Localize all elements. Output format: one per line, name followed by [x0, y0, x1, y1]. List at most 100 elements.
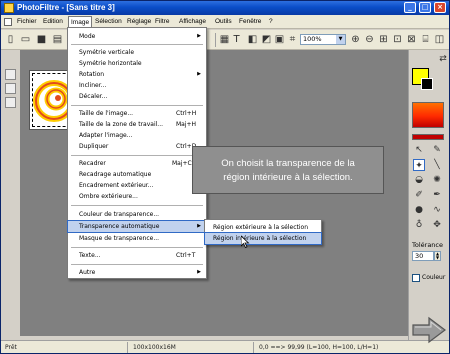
submenu-arrow-icon: ▶	[197, 33, 201, 39]
menu-item-taille-zone-travail[interactable]: Taille de la zone de travail... Maj+H	[68, 119, 206, 130]
menu-item-label: Décaler...	[79, 93, 108, 100]
maximize-button[interactable]: □	[419, 2, 431, 13]
couleur-checkbox[interactable]	[412, 274, 420, 282]
submenu-item-region-exterieure[interactable]: Région extérieure à la sélection	[205, 222, 321, 233]
zoom-out-icon[interactable]: ⊖	[363, 33, 376, 46]
left-tool-strip	[3, 67, 19, 127]
menu-separator	[71, 44, 203, 45]
menu-item-mode[interactable]: Mode ▶	[68, 31, 206, 42]
menu-item-label: Adapter l'image...	[79, 132, 133, 139]
fit-window-icon[interactable]: ⊞	[377, 33, 390, 46]
deform-icon[interactable]: ✥	[431, 219, 443, 231]
layer-icon[interactable]	[5, 69, 16, 80]
menu-separator	[71, 264, 203, 265]
full-screen-icon[interactable]: ⊡	[391, 33, 404, 46]
stamp-icon[interactable]: ◩	[260, 33, 273, 46]
menu-selection[interactable]: Sélection	[93, 17, 124, 27]
swap-colors-icon[interactable]: ⇄	[437, 53, 449, 65]
menu-separator	[71, 155, 203, 156]
smudge-icon[interactable]: ∿	[431, 204, 443, 216]
spray-icon[interactable]: ✺	[431, 174, 443, 186]
color-strip[interactable]	[412, 134, 444, 140]
line-icon[interactable]: ╲	[431, 159, 443, 171]
toolbar-separator	[215, 33, 216, 47]
menu-edition[interactable]: Edition	[41, 17, 65, 27]
menu-help[interactable]: ?	[267, 17, 275, 27]
fill-icon[interactable]: ◧	[246, 33, 259, 46]
menu-item-decaler[interactable]: Décaler...	[68, 91, 206, 102]
magic-wand-icon[interactable]: ✦	[413, 159, 425, 171]
pen-icon[interactable]: ✒	[431, 189, 443, 201]
menu-item-ombre-exterieure[interactable]: Ombre extérieure...	[68, 191, 206, 202]
menu-item-incliner[interactable]: Incliner...	[68, 80, 206, 91]
menu-filtre[interactable]: Filtre	[153, 17, 171, 27]
clone-stamp-icon[interactable]: ♁	[413, 219, 425, 231]
status-separator	[253, 342, 254, 353]
menu-item-autre[interactable]: Autre ▶	[68, 267, 206, 278]
image-size-info: 100x100x16M	[133, 344, 176, 351]
menu-item-taille-image[interactable]: Taille de l'image... Ctrl+H	[68, 108, 206, 119]
submenu-item-region-interieure[interactable]: Région intérieure à la sélection	[204, 232, 322, 245]
mask-icon[interactable]	[5, 83, 16, 94]
menu-fenetre[interactable]: Fenêtre	[237, 17, 263, 27]
menu-item-couleur-transparence[interactable]: Couleur de transparence...	[68, 209, 206, 220]
capture-icon[interactable]: ◫	[433, 33, 446, 46]
menu-item-adapter-image[interactable]: Adapter l'image...	[68, 130, 206, 141]
close-button[interactable]: ×	[434, 2, 446, 13]
menu-item-label: Rotation	[79, 71, 105, 78]
color-gradient-palette[interactable]	[412, 102, 444, 128]
menu-item-rotation[interactable]: Rotation ▶	[68, 69, 206, 80]
menu-item-encadrement-exterieur[interactable]: Encadrement extérieur...	[68, 180, 206, 191]
photofiltre-app-icon[interactable]	[4, 3, 14, 13]
menu-item-label: Mode	[79, 33, 96, 40]
eyedropper-icon[interactable]: ✎	[431, 144, 443, 156]
arrow-pointer-icon[interactable]: ↖	[413, 144, 425, 156]
zoom-select[interactable]: 100% ▼	[300, 34, 346, 45]
menu-fichier[interactable]: Fichier	[15, 17, 39, 27]
zoom-in-icon[interactable]: ⊕	[349, 33, 362, 46]
grid-icon[interactable]: ⊠	[405, 33, 418, 46]
submenu-arrow-icon: ▶	[197, 223, 201, 229]
menu-item-recadrage-automatique[interactable]: Recadrage automatique	[68, 169, 206, 180]
blur-drop-icon[interactable]: ●	[413, 204, 425, 216]
menu-item-label: Texte...	[79, 252, 101, 259]
menu-item-label: Encadrement extérieur...	[79, 182, 154, 189]
save-icon[interactable]: ■	[35, 33, 48, 46]
next-arrow-icon[interactable]	[411, 316, 447, 344]
menu-item-dupliquer[interactable]: Dupliquer Ctrl+D	[68, 141, 206, 152]
explorer-icon[interactable]: ⌸	[419, 33, 432, 46]
menu-item-symetrie-horizontale[interactable]: Symétrie horizontale	[68, 58, 206, 69]
tolerance-stepper[interactable]: ▲ ▼	[434, 251, 441, 261]
title-bar[interactable]: PhotoFiltre - [Sans titre 3] _ □ ×	[1, 1, 449, 15]
menu-item-transparence-automatique[interactable]: Transparence automatique ▶	[67, 220, 207, 233]
crop-icon[interactable]: ⌗	[286, 33, 299, 46]
menu-item-label: Région intérieure à la sélection	[213, 235, 307, 242]
brush-icon[interactable]: ✐	[413, 189, 425, 201]
text-tool-icon[interactable]: T	[230, 33, 243, 46]
menu-item-shortcut: Maj+H	[176, 121, 197, 128]
minimize-button[interactable]: _	[404, 2, 416, 13]
menu-item-texte[interactable]: Texte... Ctrl+T	[68, 250, 206, 261]
document-icon[interactable]	[4, 18, 12, 26]
menu-item-recadrer[interactable]: Recadrer Maj+Ctrl+H	[68, 158, 208, 169]
chevron-down-icon[interactable]: ▼	[336, 35, 345, 44]
print-icon[interactable]: ▤	[51, 33, 64, 46]
background-color-swatch[interactable]	[421, 78, 433, 90]
frame-icon[interactable]: ▣	[273, 33, 286, 46]
history-icon[interactable]	[5, 97, 16, 108]
menu-item-label: Masque de transparence...	[79, 235, 160, 242]
submenu-arrow-icon: ▶	[197, 71, 201, 77]
bucket-icon[interactable]: ◒	[413, 174, 425, 186]
tolerance-input[interactable]: 30	[412, 251, 434, 261]
new-file-icon[interactable]: ▯	[4, 33, 17, 46]
menu-reglage[interactable]: Réglage	[125, 17, 153, 27]
menu-outils[interactable]: Outils	[213, 17, 234, 27]
menu-item-masque-transparence[interactable]: Masque de transparence...	[68, 233, 206, 244]
menu-item-label: Autre	[79, 269, 96, 276]
menu-item-shortcut: Ctrl+H	[176, 110, 197, 117]
open-folder-icon[interactable]: ▭	[19, 33, 32, 46]
right-tool-panel: ⇄ ↖ ✎ ✦ ╲ ◒ ✺ ✐ ✒ ● ∿ ♁ ✥ Tolérance 30 ▲…	[408, 50, 449, 350]
menu-affichage[interactable]: Affichage	[177, 17, 208, 27]
tutorial-callout: On choisit la transparence de la région …	[192, 146, 384, 194]
menu-item-symetrie-verticale[interactable]: Symétrie verticale	[68, 47, 206, 58]
